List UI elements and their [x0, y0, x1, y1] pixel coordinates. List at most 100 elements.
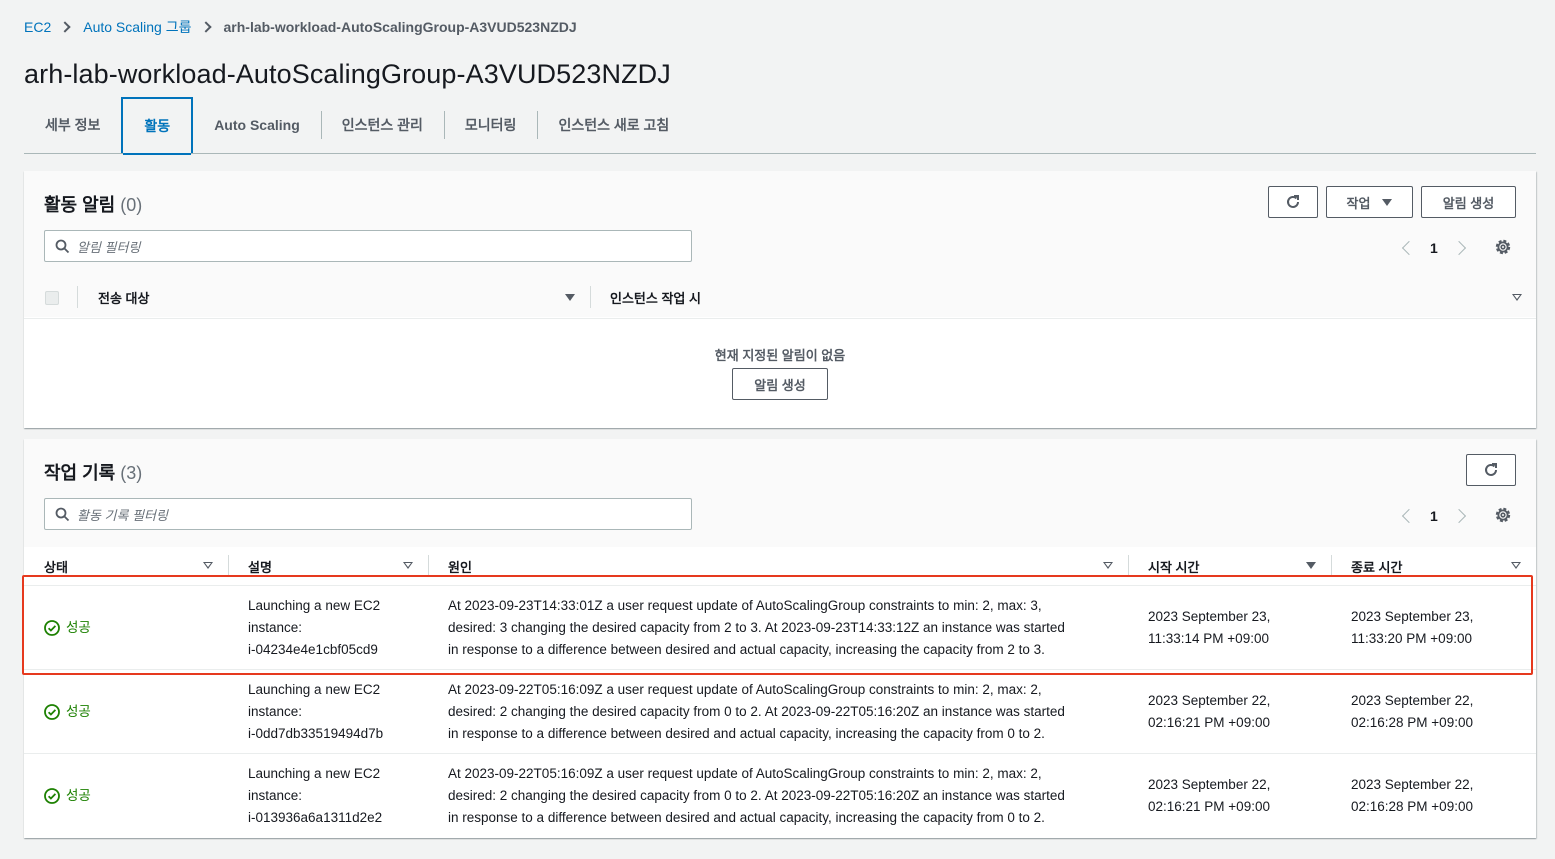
sort-caret-down-icon[interactable] [1306, 562, 1316, 569]
start-date: 2023 September 22, [1148, 776, 1271, 792]
description-line: Launching a new EC2 [248, 765, 381, 781]
activity-history-panel: 작업 기록 (3) 활동 기록 필터링 1 상태 설명 원인 시작 시간 종료 … [24, 439, 1536, 838]
column-header-start-time[interactable]: 시작 시간 [1148, 551, 1199, 581]
status-text: 성공 [66, 619, 91, 635]
end-date: 2023 September 22, [1351, 692, 1474, 708]
instance-id: i-013936a6a1311d2e2 [248, 809, 383, 825]
history-filter-input[interactable]: 활동 기록 필터링 [44, 498, 692, 530]
refresh-icon [1485, 463, 1497, 476]
activity-notifications-panel: 활동 알림 (0) 작업 알림 생성 알림 필터링 1 전송 대상 인스턴스 작… [24, 171, 1536, 428]
gear-icon[interactable] [1494, 238, 1512, 256]
tab-details[interactable]: 세부 정보 [24, 97, 121, 153]
gear-icon[interactable] [1494, 506, 1512, 524]
start-time: 11:33:14 PM +09:00 [1148, 630, 1269, 646]
breadcrumb-current: arh-lab-workload-AutoScalingGroup-A3VUD5… [223, 19, 577, 35]
chevron-right-icon [199, 21, 212, 33]
success-check-icon [44, 787, 60, 804]
column-divider [1128, 555, 1129, 577]
success-check-icon [44, 619, 60, 636]
tab-instance-refresh[interactable]: 인스턴스 새로 고침 [537, 97, 690, 153]
end-time: 02:16:28 PM +09:00 [1351, 798, 1473, 814]
notifications-filter-input[interactable]: 알림 필터링 [44, 230, 692, 262]
cause-line: At 2023-09-23T14:33:01Z a user request u… [448, 597, 1042, 613]
column-divider [428, 555, 429, 577]
history-filter-placeholder: 활동 기록 필터링 [77, 507, 168, 523]
table-row[interactable]: 성공 Launching a new EC2 instance: i-01393… [24, 753, 1536, 837]
history-header [24, 439, 1536, 547]
empty-state-create-button[interactable]: 알림 생성 [732, 368, 828, 400]
description-line: Launching a new EC2 [248, 681, 381, 697]
caret-down-icon [1382, 198, 1393, 206]
column-divider [228, 555, 229, 577]
start-time-cell: 2023 September 22, 02:16:21 PM +09:00 [1148, 754, 1270, 837]
notifications-filter-placeholder: 알림 필터링 [77, 239, 141, 255]
tab-instance-management[interactable]: 인스턴스 관리 [320, 97, 444, 153]
chevron-right-icon[interactable] [1451, 508, 1466, 524]
description-cell: Launching a new EC2 instance: i-013936a6… [248, 754, 382, 837]
page-number[interactable]: 1 [1430, 508, 1438, 524]
refresh-icon [1287, 195, 1299, 208]
cause-line: in response to a difference between desi… [448, 641, 1045, 657]
column-divider [77, 286, 78, 308]
history-table-header: 상태 설명 원인 시작 시간 종료 시간 [24, 545, 1536, 577]
end-time: 11:33:20 PM +09:00 [1351, 630, 1472, 646]
column-divider [1331, 555, 1332, 577]
sort-caret-down-icon[interactable] [1511, 562, 1521, 569]
chevron-left-icon[interactable] [1401, 240, 1417, 256]
breadcrumb-ec2-link[interactable]: EC2 [24, 19, 51, 35]
status-text: 성공 [66, 703, 91, 719]
column-header-send-to[interactable]: 전송 대상 [98, 277, 149, 318]
cause-line: desired: 3 changing the desired capacity… [448, 619, 1065, 635]
create-notification-button[interactable]: 알림 생성 [1421, 186, 1516, 218]
column-header-end-time[interactable]: 종료 시간 [1351, 551, 1402, 581]
start-date: 2023 September 23, [1148, 608, 1271, 624]
cause-cell: At 2023-09-22T05:16:09Z a user request u… [448, 754, 1065, 837]
actions-dropdown-button[interactable]: 작업 [1326, 186, 1413, 218]
tab-monitoring[interactable]: 모니터링 [443, 97, 538, 153]
notifications-title-text: 활동 알림 [44, 195, 116, 215]
notifications-table-header: 전송 대상 인스턴스 작업 시 [24, 277, 1536, 319]
cause-line: At 2023-09-22T05:16:09Z a user request u… [448, 681, 1042, 697]
cause-line: in response to a difference between desi… [448, 809, 1045, 825]
select-all-checkbox[interactable] [45, 291, 59, 305]
success-check-icon [44, 703, 60, 720]
description-line: instance: [248, 787, 303, 803]
start-time-cell: 2023 September 23, 11:33:14 PM +09:00 [1148, 586, 1270, 669]
sort-caret-down-icon[interactable] [1512, 294, 1522, 301]
sort-caret-down-icon[interactable] [203, 562, 213, 569]
breadcrumb-asg-link[interactable]: Auto Scaling 그룹 [83, 17, 191, 37]
history-refresh-button[interactable] [1466, 454, 1516, 486]
refresh-button[interactable] [1268, 186, 1318, 218]
history-title-text: 작업 기록 [44, 463, 116, 483]
sort-caret-down-icon[interactable] [403, 562, 413, 569]
cause-cell: At 2023-09-23T14:33:01Z a user request u… [448, 586, 1065, 669]
chevron-right-icon[interactable] [1451, 240, 1466, 256]
end-time-cell: 2023 September 23, 11:33:20 PM +09:00 [1351, 586, 1473, 669]
tab-activity[interactable]: 활동 [121, 97, 194, 155]
end-time: 02:16:28 PM +09:00 [1351, 714, 1473, 730]
status-badge: 성공 [44, 617, 91, 639]
end-date: 2023 September 23, [1351, 608, 1474, 624]
column-header-instance-event[interactable]: 인스턴스 작업 시 [610, 277, 701, 318]
description-line: instance: [248, 703, 303, 719]
chevron-left-icon[interactable] [1401, 508, 1417, 524]
notifications-count: (0) [120, 195, 143, 215]
empty-state-text: 현재 지정된 알림이 없음 [714, 348, 846, 363]
breadcrumb: EC2 Auto Scaling 그룹 arh-lab-workload-Aut… [24, 17, 577, 37]
sort-caret-down-icon[interactable] [565, 294, 575, 301]
start-time: 02:16:21 PM +09:00 [1148, 798, 1270, 814]
column-header-cause[interactable]: 원인 [448, 551, 472, 581]
description-cell: Launching a new EC2 instance: i-04234e4e… [248, 586, 380, 669]
tab-auto-scaling[interactable]: Auto Scaling [193, 97, 321, 153]
page-title: arh-lab-workload-AutoScalingGroup-A3VUD5… [24, 59, 671, 89]
column-header-status[interactable]: 상태 [44, 551, 68, 581]
table-row[interactable]: 성공 Launching a new EC2 instance: i-04234… [24, 585, 1536, 669]
chevron-right-icon [59, 21, 71, 33]
search-icon [55, 507, 70, 522]
sort-caret-down-icon[interactable] [1103, 562, 1113, 569]
column-header-description[interactable]: 설명 [248, 551, 272, 581]
cause-line: in response to a difference between desi… [448, 725, 1045, 741]
start-time: 02:16:21 PM +09:00 [1148, 714, 1270, 730]
page-number[interactable]: 1 [1430, 240, 1438, 256]
table-row[interactable]: 성공 Launching a new EC2 instance: i-0dd7d… [24, 669, 1536, 753]
